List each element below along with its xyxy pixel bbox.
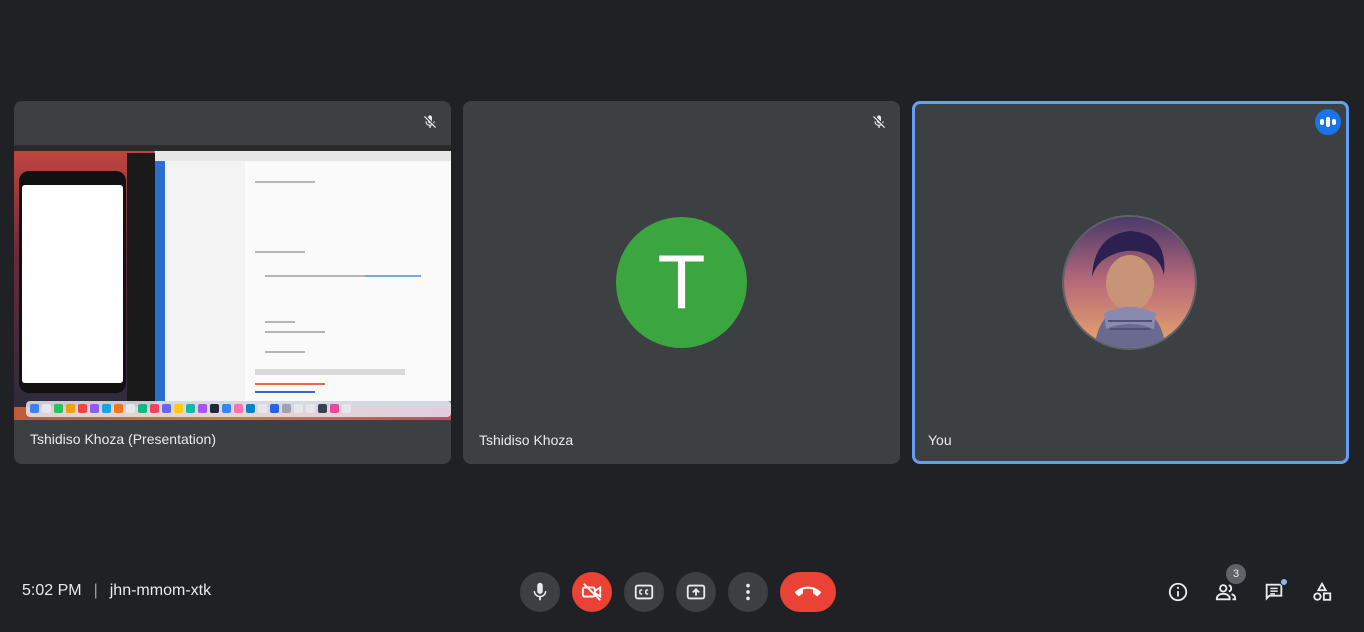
present-screen-icon (686, 584, 706, 600)
speaking-indicator (1315, 109, 1341, 135)
end-call-button[interactable] (780, 572, 836, 612)
mic-off-icon (424, 115, 436, 128)
terminal-line (255, 383, 325, 385)
people-button[interactable]: 3 (1214, 564, 1246, 608)
activities-button[interactable] (1310, 576, 1334, 608)
avatar (1062, 215, 1197, 350)
mic-off-icon (873, 115, 885, 128)
editor-tab-bar (155, 151, 451, 161)
code-editor-window (155, 151, 451, 401)
present-button[interactable] (676, 572, 716, 612)
people-count-badge: 3 (1226, 564, 1246, 584)
meeting-details-button[interactable] (1166, 576, 1190, 608)
more-options-button[interactable] (728, 572, 768, 612)
muted-indicator (866, 109, 892, 135)
desktop-dock (26, 401, 451, 417)
participant-tile-self[interactable]: You (912, 101, 1349, 464)
browser-window (127, 153, 157, 403)
code-line (265, 331, 325, 333)
phone-simulator (19, 171, 126, 393)
camera-off-icon (581, 583, 602, 601)
meeting-details: 5:02 PM | jhn-mmom-xtk (22, 582, 211, 600)
microphone-button[interactable] (520, 572, 560, 612)
camera-button[interactable] (572, 572, 612, 612)
code-line (265, 321, 295, 323)
meeting-time: 5:02 PM (22, 582, 82, 599)
presentation-screen (14, 145, 451, 420)
activities-icon (1313, 581, 1332, 601)
phone-simulator-screen (22, 185, 123, 383)
participant-tile-presentation[interactable]: Tshidiso Khoza (Presentation) (14, 101, 451, 464)
call-controls (520, 572, 836, 612)
profile-picture-icon (1064, 217, 1195, 348)
participant-tile[interactable]: T Tshidiso Khoza (463, 101, 900, 464)
people-icon (1215, 584, 1237, 601)
code-line (255, 251, 305, 253)
separator: | (93, 582, 98, 599)
chat-button[interactable] (1262, 576, 1288, 608)
editor-file-tree (165, 161, 245, 401)
captions-button[interactable] (624, 572, 664, 612)
meeting-code: jhn-mmom-xtk (109, 582, 212, 599)
code-line (255, 181, 315, 183)
editor-activity-bar (155, 161, 165, 401)
participant-name: You (928, 432, 952, 448)
end-call-icon (795, 586, 821, 597)
participant-name: Tshidiso Khoza (Presentation) (30, 431, 216, 447)
info-icon (1168, 582, 1188, 602)
captions-icon (634, 584, 654, 600)
terminal-line (255, 391, 315, 393)
microphone-icon (533, 582, 547, 601)
participant-name: Tshidiso Khoza (479, 432, 574, 448)
side-panel-controls: 3 (1166, 564, 1334, 608)
avatar: T (616, 217, 747, 348)
muted-indicator (417, 109, 443, 135)
unread-dot (1280, 578, 1288, 586)
more-options-icon (746, 583, 750, 601)
editor-terminal (255, 369, 405, 375)
code-line (265, 351, 305, 353)
code-line-highlight (365, 275, 421, 277)
